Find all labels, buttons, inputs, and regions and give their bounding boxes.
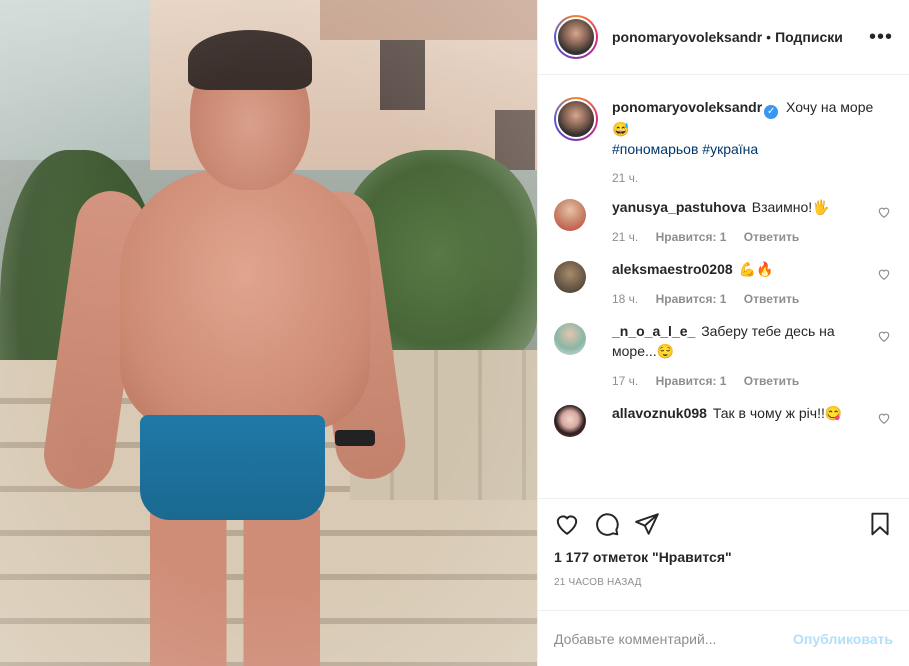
comment-text: 💪🔥 — [738, 261, 774, 277]
reply-button[interactable]: Ответить — [744, 292, 799, 306]
comment-item: _n_o_a_l_e_ Заберу тебе десь на море...😌… — [554, 321, 893, 391]
comments-list[interactable]: ponomaryovoleksandr ✓ Хочу на море 😅 #пон… — [538, 75, 909, 499]
post-side-panel: ponomaryovoleksandr • Подписки ••• ponom… — [537, 0, 909, 666]
comment-username[interactable]: aleksmaestro0208 — [612, 261, 733, 277]
avatar[interactable] — [554, 97, 598, 141]
avatar[interactable] — [554, 261, 586, 293]
heart-icon[interactable] — [877, 411, 891, 425]
comment-username[interactable]: yanusya_pastuhova — [612, 199, 746, 215]
avatar[interactable] — [554, 323, 586, 355]
comment-likes[interactable]: Нравится: 1 — [656, 374, 727, 388]
more-options-icon[interactable]: ••• — [869, 26, 893, 49]
likes-count[interactable]: 1 177 отметок "Нравится" — [538, 549, 909, 565]
post-header: ponomaryovoleksandr • Подписки ••• — [538, 0, 909, 75]
comment-icon[interactable] — [594, 511, 620, 537]
comment-input[interactable] — [554, 630, 794, 647]
post-photo[interactable] — [0, 0, 537, 666]
publish-button[interactable]: Опубликовать — [793, 631, 893, 647]
heart-icon[interactable] — [554, 511, 580, 537]
avatar[interactable] — [554, 15, 598, 59]
hashtag-link[interactable]: #україна — [702, 141, 758, 157]
avatar[interactable] — [554, 199, 586, 231]
comment-time[interactable]: 18 ч. — [612, 292, 638, 306]
comment-likes[interactable]: Нравится: 1 — [656, 230, 727, 244]
verified-badge-icon: ✓ — [764, 105, 779, 119]
avatar[interactable] — [554, 405, 586, 437]
comment-likes[interactable]: Нравится: 1 — [656, 292, 727, 306]
reply-button[interactable]: Ответить — [744, 230, 799, 244]
add-comment-bar: Опубликовать — [538, 610, 909, 666]
hashtag-link[interactable]: #пономарьов — [612, 141, 698, 157]
header-separator: • — [766, 29, 772, 45]
comment-username[interactable]: allavoznuk098 — [612, 405, 707, 421]
comment-time[interactable]: 21 ч. — [612, 230, 638, 244]
heart-icon[interactable] — [877, 267, 891, 281]
comment-item: allavoznuk098 Так в чому ж річ!!😋 — [554, 403, 893, 437]
paper-plane-icon[interactable] — [634, 511, 660, 537]
caption-username[interactable]: ponomaryovoleksandr — [612, 99, 762, 115]
reply-button[interactable]: Ответить — [744, 374, 799, 388]
instagram-post: ponomaryovoleksandr • Подписки ••• ponom… — [0, 0, 909, 666]
following-button[interactable]: Подписки — [775, 29, 843, 45]
heart-icon[interactable] — [877, 329, 891, 343]
bookmark-icon[interactable] — [867, 511, 893, 537]
comment-item: yanusya_pastuhova Взаимно!🖐 21 ч. Нравит… — [554, 197, 893, 247]
post-caption: ponomaryovoleksandr ✓ Хочу на море 😅 #пон… — [554, 97, 893, 159]
caption-timestamp[interactable]: 21 ч. — [612, 171, 893, 185]
comment-text: Взаимно!🖐 — [751, 199, 830, 215]
comment-time[interactable]: 17 ч. — [612, 374, 638, 388]
comment-username[interactable]: _n_o_a_l_e_ — [612, 323, 695, 339]
heart-icon[interactable] — [877, 205, 891, 219]
post-time-ago[interactable]: 21 часов назад — [538, 565, 909, 588]
comment-item: aleksmaestro0208 💪🔥 18 ч. Нравится: 1 От… — [554, 259, 893, 309]
header-username[interactable]: ponomaryovoleksandr — [612, 29, 762, 45]
comment-text: Так в чому ж річ!!😋 — [712, 405, 843, 421]
post-actions — [538, 499, 909, 549]
